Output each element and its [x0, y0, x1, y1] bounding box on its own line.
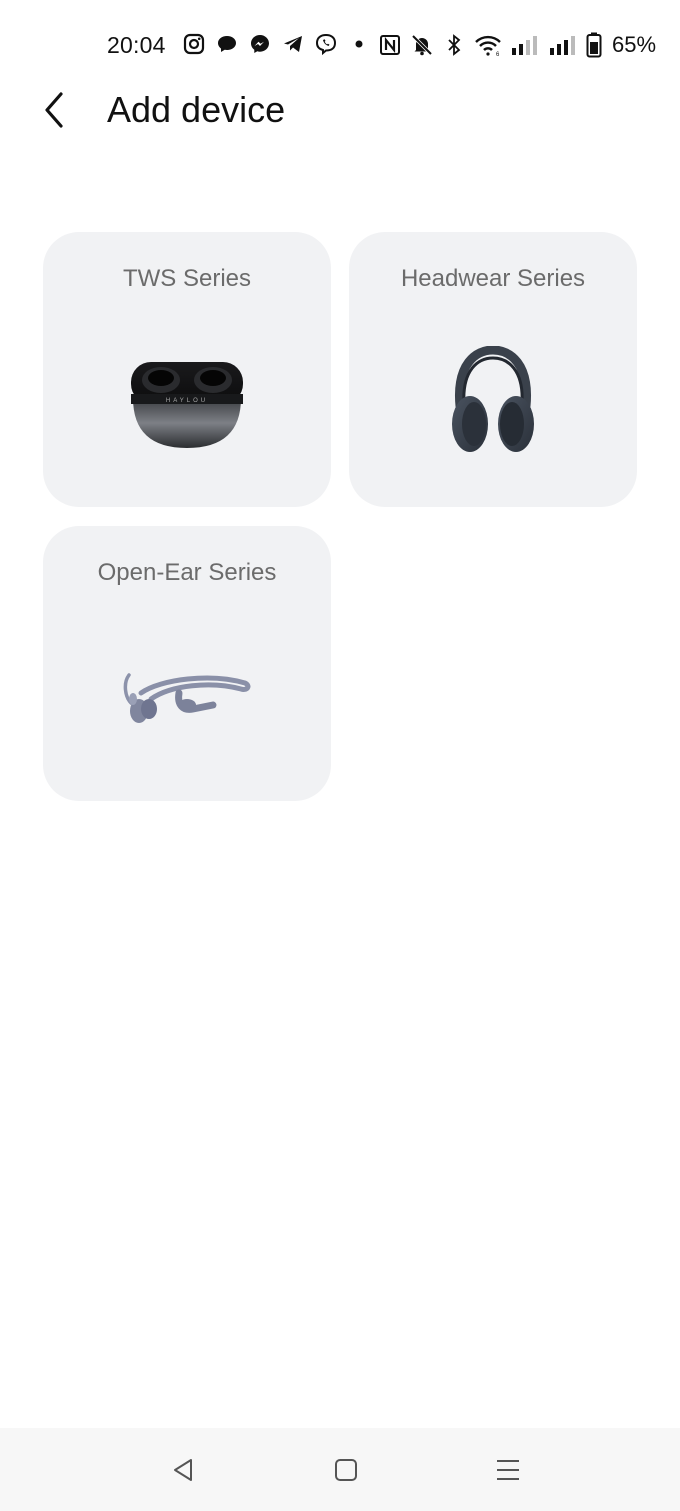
headwear-series-card[interactable]: Headwear Series [349, 232, 637, 507]
nav-back-button[interactable] [159, 1450, 207, 1490]
status-bar: 20:04 6 65% [0, 22, 680, 70]
system-nav-bar [0, 1428, 680, 1511]
nav-home-button[interactable] [322, 1450, 370, 1490]
earbuds-case-image: HAYLOU [122, 354, 252, 454]
instagram-icon [182, 32, 206, 56]
menu-lines-icon [497, 1460, 519, 1480]
messenger-icon [248, 32, 272, 56]
battery-icon [586, 32, 602, 58]
signal-icon [548, 33, 578, 57]
notification-icons [182, 32, 371, 56]
chat-bubble-icon [215, 32, 239, 56]
nav-menu-button[interactable] [484, 1450, 532, 1490]
card-label: Headwear Series [400, 265, 586, 292]
wifi-icon: 6 [474, 33, 502, 57]
card-label: Open-Ear Series [97, 559, 277, 586]
dot-icon [347, 32, 371, 56]
home-square-icon [335, 1459, 357, 1481]
headphones-image [443, 344, 543, 459]
signal-weak-icon [510, 33, 540, 57]
brand-text: HAYLOU [166, 398, 208, 404]
page-title: Add device [107, 89, 286, 130]
system-icons: 6 65% [378, 32, 656, 58]
open-ear-series-card[interactable]: Open-Ear Series [43, 526, 331, 801]
chevron-left-icon [45, 92, 63, 128]
bluetooth-icon [442, 33, 466, 57]
back-button[interactable] [30, 86, 78, 134]
mute-bell-icon [410, 33, 434, 57]
status-time: 20:04 [107, 32, 166, 58]
header: Add device [0, 80, 680, 140]
svg-text:6: 6 [496, 52, 500, 57]
telegram-icon [281, 32, 305, 56]
tws-series-card[interactable]: TWS Series HAYLOU [43, 232, 331, 507]
open-ear-headset-image [117, 666, 257, 730]
back-triangle-icon [174, 1459, 192, 1481]
add-device-screen: 20:04 6 65% Add device TWS Series HAYLOU… [0, 0, 680, 1511]
battery-percentage: 65% [612, 32, 657, 57]
nfc-icon [378, 33, 402, 57]
card-label: TWS Series [122, 265, 251, 292]
viber-icon [314, 32, 338, 56]
